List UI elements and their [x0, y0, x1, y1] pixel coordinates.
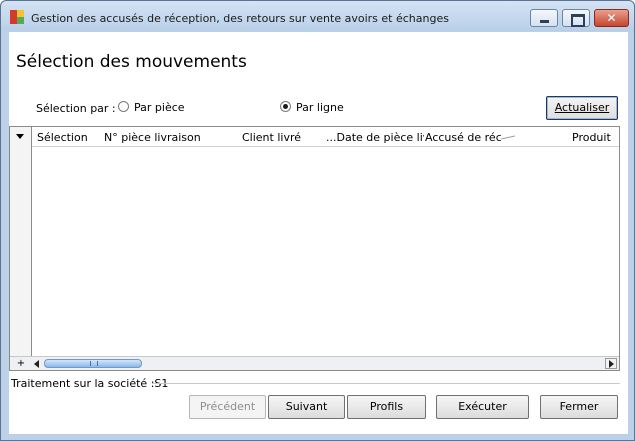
scroll-right-icon	[609, 360, 614, 368]
status-text: Traitement sur la société :S1	[11, 377, 169, 390]
refresh-button[interactable]: Actualiser	[546, 96, 618, 120]
column-header-produit[interactable]: Produit	[572, 131, 618, 144]
row-selector-column	[10, 127, 32, 370]
app-window: Gestion des accusés de réception, des re…	[0, 0, 635, 441]
column-header-accuse-reception[interactable]: Accusé de réce	[425, 131, 501, 144]
radio-par-piece[interactable]: Par pièce	[118, 100, 208, 114]
selection-label: Sélection par :	[36, 102, 116, 115]
execute-button[interactable]: Exécuter	[436, 395, 529, 419]
column-header-client-livre[interactable]: Client livré	[242, 131, 322, 144]
movements-grid[interactable]: Sélection N° pièce livraison Client livr…	[9, 126, 620, 371]
column-header-date-piece[interactable]: ...Date de pièce liv...	[326, 131, 424, 144]
radio-selected-icon	[280, 101, 291, 112]
radio-par-piece-label: Par pièce	[134, 101, 185, 114]
close-icon: ✕	[606, 11, 617, 25]
title-bar[interactable]: Gestion des accusés de réception, des re…	[1, 1, 634, 31]
scroll-right-button[interactable]	[605, 358, 617, 369]
scroll-left-icon[interactable]	[34, 360, 39, 368]
window-title: Gestion des accusés de réception, des re…	[31, 12, 449, 25]
next-button[interactable]: Suivant	[268, 395, 345, 419]
close-window-button[interactable]: ✕	[594, 9, 629, 27]
sort-indicator-icon	[501, 135, 515, 140]
grid-header: Sélection N° pièce livraison Client livr…	[10, 127, 619, 147]
chevron-down-icon[interactable]	[16, 134, 24, 139]
minimize-button[interactable]	[530, 9, 558, 27]
previous-button[interactable]: Précédent	[189, 395, 266, 419]
maximize-button[interactable]	[562, 9, 590, 27]
grip-icon	[90, 361, 98, 366]
radio-icon	[118, 101, 129, 112]
page-title: Sélection des mouvements	[16, 52, 247, 72]
radio-par-ligne-label: Par ligne	[296, 101, 344, 114]
column-header-piece-livraison[interactable]: N° pièce livraison	[104, 131, 224, 144]
horizontal-scrollbar[interactable]	[32, 356, 619, 370]
close-button[interactable]: Fermer	[540, 395, 618, 419]
radio-par-ligne[interactable]: Par ligne	[280, 100, 370, 114]
column-header-selection[interactable]: Sélection	[37, 131, 103, 144]
profiles-button[interactable]: Profils	[347, 395, 426, 419]
client-area: Sélection des mouvements Sélection par :…	[9, 32, 628, 434]
scroll-thumb[interactable]	[44, 359, 142, 368]
app-icon	[10, 10, 24, 24]
status-divider	[152, 383, 620, 384]
add-row-button[interactable]: +	[10, 356, 32, 370]
